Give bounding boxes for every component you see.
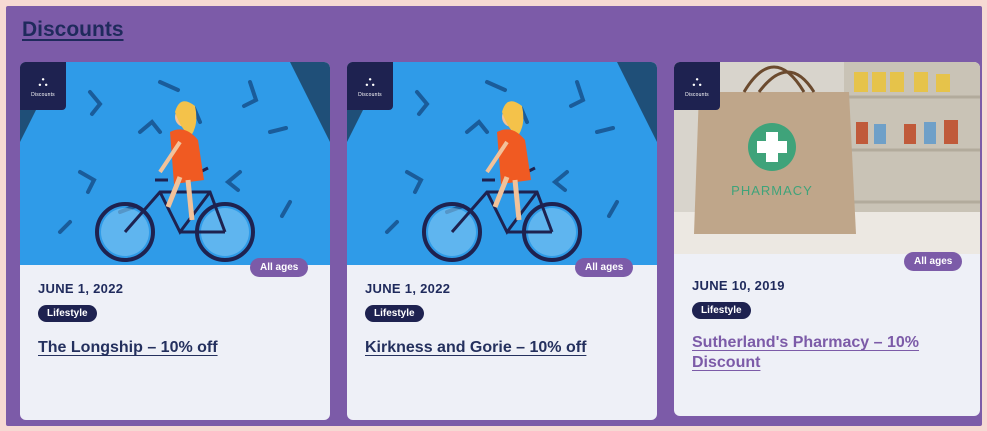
card-date: JUNE 1, 2022 [38,281,124,296]
discounts-logo-tag: ⛬ Discounts [20,62,66,110]
category-pill[interactable]: Lifestyle [365,305,424,322]
discount-card[interactable]: ⛬ Discounts All ages JUNE 1, 2022 Lifest… [20,62,330,420]
card-title-link[interactable]: Kirkness and Gorie – 10% off [365,338,645,358]
age-badge: All ages [575,258,634,277]
card-title-link[interactable]: Sutherland's Pharmacy – 10% Discount [692,333,968,373]
logo-icon: ⛬ [692,73,702,89]
discount-card[interactable]: PHARMACY ⛬ Discounts All ages JUNE 10, 2… [674,62,980,416]
logo-icon: ⛬ [365,73,375,89]
cyclist-illustration [20,62,330,265]
section-title[interactable]: Discounts [22,18,124,42]
card-date: JUNE 1, 2022 [365,281,451,296]
age-badge: All ages [250,258,309,277]
card-image[interactable] [20,62,330,265]
card-title-link[interactable]: The Longship – 10% off [38,338,318,358]
age-badge: All ages [904,252,963,271]
discounts-logo-tag: ⛬ Discounts [347,62,393,110]
logo-text: Discounts [31,92,55,98]
logo-icon: ⛬ [38,73,48,89]
logo-text: Discounts [685,92,709,98]
card-image[interactable] [347,62,657,265]
discounts-panel: Discounts ⛬ Discounts All ages JUNE 1, 2… [6,6,982,426]
discounts-logo-tag: ⛬ Discounts [674,62,720,110]
cyclist-illustration [347,62,657,265]
logo-text: Discounts [358,92,382,98]
category-pill[interactable]: Lifestyle [38,305,97,322]
bag-text: PHARMACY [731,183,813,198]
card-date: JUNE 10, 2019 [692,278,785,293]
category-pill[interactable]: Lifestyle [692,302,751,319]
discount-card[interactable]: ⛬ Discounts All ages JUNE 1, 2022 Lifest… [347,62,657,420]
